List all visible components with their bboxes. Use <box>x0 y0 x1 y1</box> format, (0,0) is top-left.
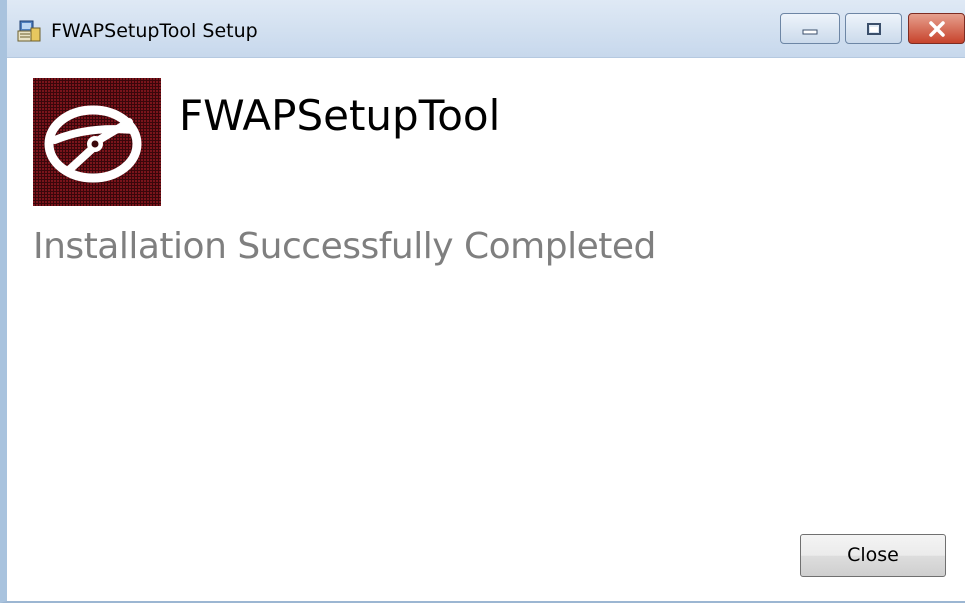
close-window-button[interactable] <box>908 13 965 44</box>
content-area: FWAPSetupTool Installation Successfully … <box>7 58 965 601</box>
installer-icon <box>17 20 41 42</box>
maximize-icon <box>866 22 881 35</box>
product-name: FWAPSetupTool <box>179 91 501 140</box>
minimize-icon <box>802 29 818 34</box>
minimize-button[interactable] <box>780 13 840 44</box>
close-button[interactable]: Close <box>800 534 946 577</box>
title-bar[interactable]: FWAPSetupTool Setup <box>7 0 965 58</box>
maximize-button[interactable] <box>845 13 902 44</box>
setup-window: FWAPSetupTool Setup FWAPSetupTool Instal… <box>0 0 965 603</box>
window-title: FWAPSetupTool Setup <box>51 20 258 42</box>
disc-icon <box>33 78 161 206</box>
close-icon <box>928 20 945 37</box>
installation-status: Installation Successfully Completed <box>33 226 656 267</box>
